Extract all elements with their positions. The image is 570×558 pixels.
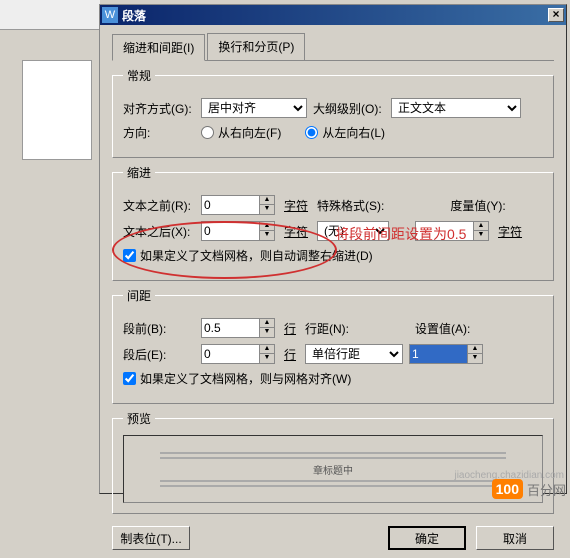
radio-rtl[interactable]: 从右向左(F) (201, 124, 281, 141)
chevron-down-icon: ▼ (260, 328, 274, 337)
label-direction: 方向: (123, 124, 195, 141)
chevron-up-icon: ▲ (260, 196, 274, 205)
close-icon[interactable]: × (548, 8, 564, 22)
spinner-indent-before[interactable]: ▲▼ (201, 195, 275, 215)
check-auto-indent[interactable]: 如果定义了文档网格，则自动调整右缩进(D) (123, 247, 373, 264)
label-indent-before: 文本之前(R): (123, 197, 195, 214)
group-indent: 缩进 文本之前(R): ▲▼ 字符 特殊格式(S): 度量值(Y): 文本之后(… (112, 164, 554, 281)
cancel-button[interactable]: 取消 (476, 526, 554, 550)
titlebar: W 段落 × (100, 5, 566, 25)
tab-indent-spacing[interactable]: 缩进和间距(I) (112, 34, 205, 61)
chevron-down-icon: ▼ (468, 354, 482, 363)
group-general: 常规 对齐方式(G): 居中对齐 大纲级别(O): 正文文本 方向: 从右向左(… (112, 67, 554, 158)
chevron-down-icon: ▼ (260, 231, 274, 240)
spinner-spacing-after[interactable]: ▲▼ (201, 344, 275, 364)
label-linespacing: 行距(N): (305, 320, 349, 337)
group-spacing: 间距 段前(B): ▲▼ 行 行距(N): 设置值(A): 段后(E): ▲▼ … (112, 287, 554, 404)
chevron-down-icon: ▼ (260, 205, 274, 214)
check-snap-grid[interactable]: 如果定义了文档网格，则与网格对齐(W) (123, 370, 351, 387)
paragraph-dialog: W 段落 × 缩进和间距(I) 换行和分页(P) 常规 对齐方式(G): 居中对… (99, 4, 567, 494)
spinner-indent-after[interactable]: ▲▼ (201, 221, 275, 241)
preview-area: 章标题中 (123, 435, 543, 503)
label-spacing-after: 段后(E): (123, 346, 195, 363)
tab-line-page-breaks[interactable]: 换行和分页(P) (207, 33, 305, 60)
legend-preview: 预览 (123, 410, 155, 427)
ok-button[interactable]: 确定 (388, 526, 466, 550)
label-measure: 度量值(Y): (450, 197, 505, 214)
label-special: 特殊格式(S): (317, 197, 384, 214)
legend-spacing: 间距 (123, 287, 155, 304)
label-setvalue: 设置值(A): (415, 320, 470, 337)
label-outline: 大纲级别(O): (313, 100, 385, 117)
watermark-text: 百分网 (527, 480, 566, 499)
app-icon: W (102, 7, 118, 23)
chevron-up-icon: ▲ (260, 319, 274, 328)
chevron-up-icon: ▲ (468, 345, 482, 354)
select-alignment[interactable]: 居中对齐 (201, 98, 307, 118)
chevron-up-icon: ▲ (474, 222, 488, 231)
tab-strip: 缩进和间距(I) 换行和分页(P) (112, 33, 554, 61)
legend-general: 常规 (123, 67, 155, 84)
chevron-up-icon: ▲ (260, 222, 274, 231)
dialog-title: 段落 (122, 7, 548, 24)
spinner-spacing-before[interactable]: ▲▼ (201, 318, 275, 338)
chevron-up-icon: ▲ (260, 345, 274, 354)
label-alignment: 对齐方式(G): (123, 100, 195, 117)
select-special[interactable]: (无) (317, 221, 389, 241)
label-indent-after: 文本之后(X): (123, 223, 195, 240)
select-linespacing[interactable]: 单倍行距 (305, 344, 403, 364)
unit-chars: 字符 (284, 197, 308, 214)
group-preview: 预览 章标题中 (112, 410, 554, 514)
tabstops-button[interactable]: 制表位(T)... (112, 526, 190, 550)
watermark: 100 百分网 (492, 479, 566, 499)
watermark-badge: 100 (492, 479, 523, 499)
select-outline[interactable]: 正文文本 (391, 98, 521, 118)
chevron-down-icon: ▼ (474, 231, 488, 240)
spinner-measure[interactable]: ▲▼ (415, 221, 489, 241)
legend-indent: 缩进 (123, 164, 155, 181)
spinner-setvalue[interactable]: ▲▼ (409, 344, 483, 364)
chevron-down-icon: ▼ (260, 354, 274, 363)
radio-ltr[interactable]: 从左向右(L) (305, 124, 385, 141)
label-spacing-before: 段前(B): (123, 320, 195, 337)
